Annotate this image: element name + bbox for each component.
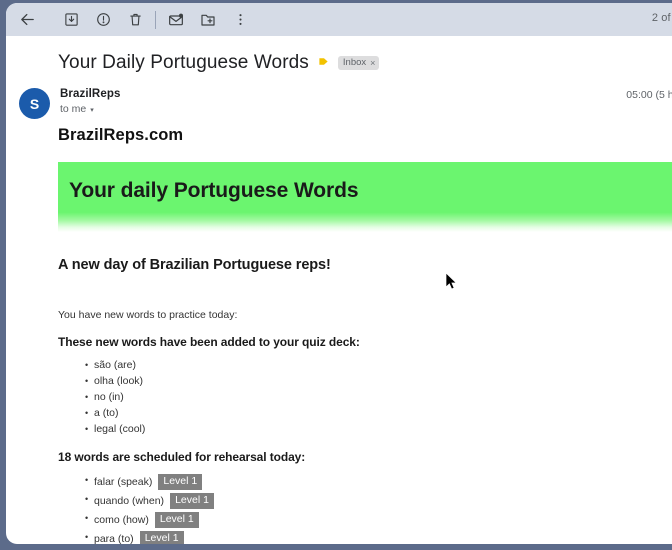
word-text: para (to) [94,532,134,545]
banner-heading: Your daily Portuguese Words [69,179,359,202]
word-text: são (are) [94,359,137,371]
more-options-icon[interactable] [225,5,255,35]
word-text: no (in) [94,391,124,403]
sender-name[interactable]: BrazilReps [60,88,120,100]
list-item: no (in) [85,391,672,404]
rehearsal-words-list: falar (speak) Level 1 quando (when) Level 1… [58,474,672,544]
email-hero-banner: Your daily Portuguese Words [58,162,672,232]
label-chip-text: Inbox [342,57,367,69]
word-text: a (to) [94,407,119,419]
toolbar-divider [155,10,156,29]
word-text: como (how) [94,513,149,526]
mark-unread-icon[interactable] [161,5,191,35]
sender-row: S BrazilReps to me ▾ 05:00 (5 hours [6,74,672,120]
new-words-list: são (are) olha (look) no (in) a (to) legal (… [58,359,672,436]
recipient-toggle[interactable]: to me ▾ [60,103,120,115]
list-item: quando (when) Level 1 [85,493,672,509]
list-item: como (how) Level 1 [85,512,672,528]
status-badge: Level 1 [158,474,203,490]
avatar[interactable]: S [19,88,50,119]
status-badge: Level 1 [170,493,214,509]
status-badge: Level 1 [154,512,199,528]
brand-title: BrazilReps.com [58,126,184,144]
rehearsal-heading: 18 words are scheduled for rehearsal tod… [58,450,306,464]
recipient-label: to me [60,103,87,115]
list-item: são (are) [85,359,672,372]
delete-icon[interactable] [120,5,150,35]
label-chip-inbox[interactable]: Inbox × [337,56,380,70]
word-text: quando (when) [94,494,165,507]
message-timestamp: 05:00 (5 hours [626,89,672,101]
browser-window-frame: 2 of 1 Your Daily Portuguese Words Inbox… [0,0,672,550]
page-title: Your Daily Portuguese Words [58,52,309,73]
move-to-folder-icon[interactable] [193,5,223,35]
important-marker-icon[interactable] [318,54,329,72]
archive-icon[interactable] [56,5,86,35]
subject-row: Your Daily Portuguese Words Inbox × [6,36,672,74]
list-item: a (to) [85,407,672,420]
email-client-window: 2 of 1 Your Daily Portuguese Words Inbox… [6,3,672,544]
intro-paragraph: You have new words to practice today: [58,309,238,321]
message-body: BrazilReps.com Your daily Portuguese Wor… [6,120,672,544]
new-words-heading: These new words have been added to your … [58,335,360,349]
email-toolbar: 2 of 1 [6,3,672,36]
list-item: legal (cool) [85,423,672,436]
message-pager-count: 2 of 1 [651,12,672,24]
list-item: falar (speak) Level 1 [85,474,672,490]
word-text: olha (look) [94,375,144,387]
list-item: olha (look) [85,375,672,388]
close-icon[interactable]: × [370,58,375,68]
word-text: legal (cool) [94,423,146,435]
back-arrow-icon[interactable] [12,5,42,35]
chevron-down-icon: ▾ [90,106,94,114]
sender-meta: BrazilReps to me ▾ [60,87,120,115]
word-text: falar (speak) [94,475,153,488]
list-item: para (to) Level 1 [85,531,672,545]
status-badge: Level 1 [139,531,184,544]
report-spam-icon[interactable] [88,5,118,35]
body-heading: A new day of Brazilian Portuguese reps! [58,257,331,273]
